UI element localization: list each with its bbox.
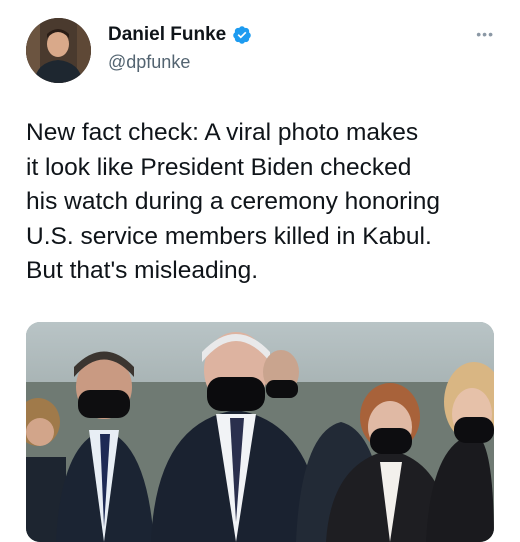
more-dots-icon[interactable]: ••• (476, 26, 494, 42)
photo-image-icon (26, 322, 494, 542)
tweet-photo[interactable] (26, 322, 494, 542)
avatar[interactable] (26, 18, 91, 83)
verified-badge-icon (232, 25, 252, 45)
author-name-row: Daniel Funke (108, 24, 252, 46)
tweet-text: New fact check: A viral photo makes it l… (26, 119, 441, 284)
author-display-name[interactable]: Daniel Funke (108, 24, 226, 46)
author-handle[interactable]: @dpfunke (108, 52, 190, 73)
profile-photo-icon (26, 18, 91, 83)
